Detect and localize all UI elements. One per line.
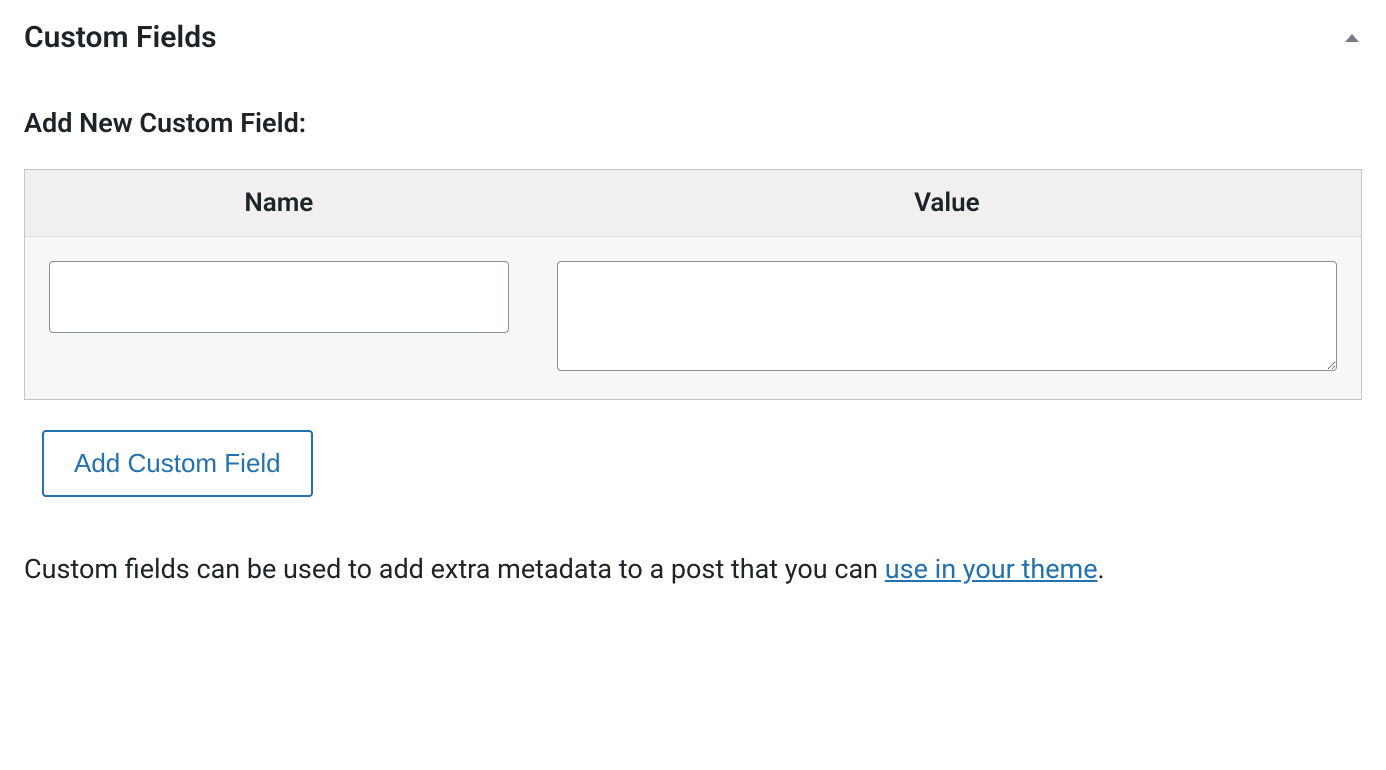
add-custom-field-button[interactable]: Add Custom Field bbox=[42, 430, 313, 497]
custom-fields-table: Name Value bbox=[24, 169, 1362, 400]
panel-title: Custom Fields bbox=[24, 20, 217, 55]
value-textarea[interactable] bbox=[557, 261, 1337, 371]
name-cell bbox=[25, 237, 533, 399]
add-new-subheading: Add New Custom Field: bbox=[24, 107, 1362, 139]
column-header-value: Value bbox=[533, 170, 1361, 237]
value-cell bbox=[533, 237, 1361, 399]
description-suffix: . bbox=[1098, 553, 1105, 585]
use-in-theme-link[interactable]: use in your theme bbox=[885, 553, 1098, 585]
panel-header: Custom Fields bbox=[24, 20, 1362, 55]
column-header-name: Name bbox=[25, 170, 533, 237]
name-input[interactable] bbox=[49, 261, 509, 333]
collapse-toggle-icon[interactable] bbox=[1342, 28, 1362, 48]
table-row bbox=[25, 237, 1361, 399]
description-text: Custom fields can be used to add extra m… bbox=[24, 547, 1362, 593]
description-prefix: Custom fields can be used to add extra m… bbox=[24, 553, 885, 585]
